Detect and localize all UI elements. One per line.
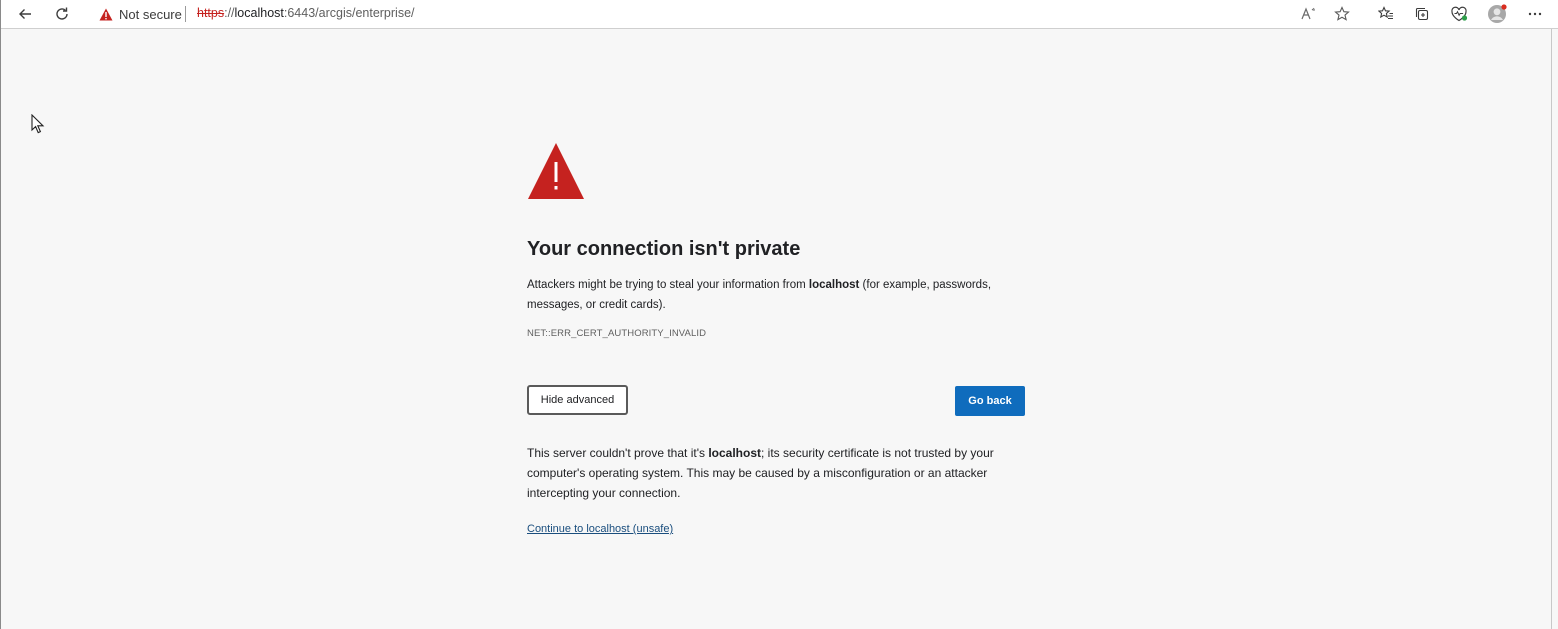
warning-triangle-icon [99,8,113,20]
star-icon [1334,6,1350,21]
window-edge [1551,29,1552,629]
more-menu-button[interactable] [1522,2,1548,26]
url-separator: :// [224,6,235,20]
page-title: Your connection isn't private [527,238,801,260]
go-back-button[interactable]: Go back [955,386,1025,416]
more-menu-icon [1528,12,1542,16]
back-button[interactable] [12,2,38,26]
reload-icon [56,7,68,20]
favorites-list-icon [1378,6,1393,20]
warning-description: Attackers might be trying to steal your … [527,275,1007,315]
browser-toolbar: Not secure https://localhost:6443/arcgis… [1,0,1558,29]
advanced-details: This server couldn't prove that it's loc… [527,443,1027,503]
add-favorite-button[interactable] [1329,2,1355,26]
address-separator [185,6,186,22]
warning-triangle-icon [528,143,584,199]
browser-essentials-icon [1451,6,1468,22]
browser-essentials-button[interactable] [1446,2,1472,26]
read-aloud-icon [1301,7,1315,20]
mouse-cursor-icon [31,114,45,134]
favorites-button[interactable] [1373,2,1399,26]
url-host: localhost [234,6,284,20]
back-arrow-icon [19,9,31,19]
warning-description-host: localhost [808,279,860,291]
url-path: :6443/arcgis/enterprise/ [283,6,415,20]
site-security-indicator[interactable]: Not secure [99,4,182,24]
not-secure-label: Not secure [119,6,182,22]
warning-description-prefix: Attackers might be trying to steal your … [527,279,809,291]
address-bar[interactable]: https://localhost:6443/arcgis/enterprise… [197,6,415,20]
profile-avatar-icon [1488,4,1507,23]
error-code: NET::ERR_CERT_AUTHORITY_INVALID [527,328,707,339]
read-aloud-button[interactable] [1296,2,1322,26]
profile-button[interactable] [1484,2,1510,26]
browser-window: Not secure https://localhost:6443/arcgis… [0,0,1558,629]
proceed-unsafe-link[interactable]: Continue to localhost (unsafe) [527,523,673,535]
url-scheme: https [197,6,225,20]
hide-advanced-button[interactable]: Hide advanced [527,385,628,415]
reload-button[interactable] [49,2,75,26]
advanced-details-prefix: This server couldn't prove that it's [527,446,709,460]
collections-button[interactable] [1409,2,1435,26]
collections-icon [1415,7,1429,21]
advanced-details-host: localhost [708,446,762,460]
